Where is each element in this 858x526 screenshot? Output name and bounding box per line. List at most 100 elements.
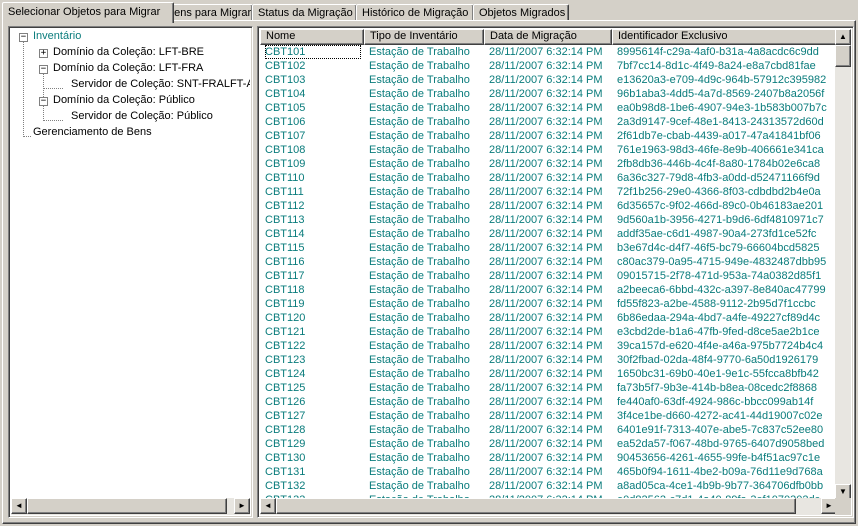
cell-migration-date: 28/11/2007 6:32:14 PM: [489, 284, 603, 296]
table-row[interactable]: CBT103 Estação de Trabalho 28/11/2007 6:32…: [260, 73, 838, 87]
scroll-thumb[interactable]: [835, 45, 851, 67]
cell-inventory-type: Estação de Trabalho: [369, 172, 470, 184]
cell-unique-id: 6d35657c-9f02-466d-89c0-0b46183ae201: [617, 200, 824, 212]
tab-migration-history[interactable]: Histórico de Migração: [356, 4, 474, 21]
tree-node-asset-management[interactable]: Gerenciamento de Bens: [31, 125, 154, 141]
cell-name: CBT120: [265, 312, 306, 324]
tab-items-to-migrate[interactable]: Itens para Migrar: [162, 4, 253, 21]
table-row[interactable]: CBT120 Estação de Trabalho 28/11/2007 6:32…: [260, 311, 838, 325]
scroll-left-icon[interactable]: ◄: [260, 498, 276, 514]
table-row[interactable]: CBT110 Estação de Trabalho 28/11/2007 6:32…: [260, 171, 838, 185]
cell-inventory-type: Estação de Trabalho: [369, 116, 470, 128]
table-row[interactable]: CBT107 Estação de Trabalho 28/11/2007 6:32…: [260, 129, 838, 143]
cell-migration-date: 28/11/2007 6:32:14 PM: [489, 298, 603, 310]
tree-node-domain-lft-fra[interactable]: Domínio da Coleção: LFT-FRA: [51, 61, 205, 77]
cell-migration-date: 28/11/2007 6:32:14 PM: [489, 438, 603, 450]
cell-migration-date: 28/11/2007 6:32:14 PM: [489, 312, 603, 324]
table-row[interactable]: CBT129 Estação de Trabalho 28/11/2007 6:32…: [260, 437, 838, 451]
table-row[interactable]: CBT109 Estação de Trabalho 28/11/2007 6:32…: [260, 157, 838, 171]
table-row[interactable]: CBT121 Estação de Trabalho 28/11/2007 6:32…: [260, 325, 838, 339]
cell-name: CBT114: [265, 228, 305, 240]
scroll-left-icon[interactable]: ◄: [11, 498, 27, 514]
table-row[interactable]: CBT127 Estação de Trabalho 28/11/2007 6:32…: [260, 409, 838, 423]
scrollbar-corner: [835, 498, 851, 515]
cell-unique-id: ea52da57-f067-48bd-9765-6407d9058bed: [617, 438, 825, 450]
table-row[interactable]: CBT114 Estação de Trabalho 28/11/2007 6:32…: [260, 227, 838, 241]
table-row[interactable]: CBT108 Estação de Trabalho 28/11/2007 6:32…: [260, 143, 838, 157]
scroll-up-icon[interactable]: ▲: [835, 29, 851, 45]
table-row[interactable]: CBT119 Estação de Trabalho 28/11/2007 6:32…: [260, 297, 838, 311]
table-row[interactable]: CBT131 Estação de Trabalho 28/11/2007 6:32…: [260, 465, 838, 479]
cell-inventory-type: Estação de Trabalho: [369, 186, 470, 198]
table-row[interactable]: CBT124 Estação de Trabalho 28/11/2007 6:32…: [260, 367, 838, 381]
table-row[interactable]: CBT117 Estação de Trabalho 28/11/2007 6:32…: [260, 269, 838, 283]
collapse-icon[interactable]: −: [19, 33, 28, 42]
tree-node-inventory[interactable]: Inventário: [31, 29, 83, 45]
table-row[interactable]: CBT102 Estação de Trabalho 28/11/2007 6:32…: [260, 59, 838, 73]
cell-unique-id: fd55f823-a2be-4588-9112-2b95d7f1ccbc: [617, 298, 816, 310]
table-row[interactable]: CBT130 Estação de Trabalho 28/11/2007 6:32…: [260, 451, 838, 465]
scroll-right-icon[interactable]: ►: [234, 498, 250, 514]
table-row[interactable]: CBT128 Estação de Trabalho 28/11/2007 6:32…: [260, 423, 838, 437]
cell-name: CBT109: [265, 158, 306, 170]
table-row[interactable]: CBT125 Estação de Trabalho 28/11/2007 6:32…: [260, 381, 838, 395]
cell-unique-id: a8ad05ca-4ce1-4b9b-9b77-364706dfb0bb: [617, 480, 824, 492]
column-header-name[interactable]: Nome: [260, 29, 364, 45]
cell-name: CBT110: [265, 172, 305, 184]
table-row[interactable]: CBT111 Estação de Trabalho 28/11/2007 6:32…: [260, 185, 838, 199]
table-row[interactable]: CBT104 Estação de Trabalho 28/11/2007 6:32…: [260, 87, 838, 101]
tree-connector: [43, 120, 63, 121]
scroll-thumb[interactable]: [276, 498, 796, 514]
cell-migration-date: 28/11/2007 6:32:14 PM: [489, 270, 603, 282]
cell-migration-date: 28/11/2007 6:32:14 PM: [489, 228, 603, 240]
column-header-migration-date[interactable]: Data de Migração: [484, 29, 612, 45]
table-row[interactable]: CBT123 Estação de Trabalho 28/11/2007 6:32…: [260, 353, 838, 367]
cell-inventory-type: Estação de Trabalho: [369, 144, 470, 156]
cell-name: CBT127: [265, 410, 306, 422]
table-row[interactable]: CBT112 Estação de Trabalho 28/11/2007 6:32…: [260, 199, 838, 213]
cell-unique-id: 2a3d9147-9cef-48e1-8413-24313572d60d: [617, 116, 824, 128]
cell-migration-date: 28/11/2007 6:32:14 PM: [489, 116, 603, 128]
table-row[interactable]: CBT126 Estação de Trabalho 28/11/2007 6:32…: [260, 395, 838, 409]
collapse-icon[interactable]: −: [39, 65, 48, 74]
list-vertical-scrollbar[interactable]: ▲ ▼: [835, 29, 851, 500]
cell-name: CBT118: [265, 284, 305, 296]
table-row[interactable]: CBT115 Estação de Trabalho 28/11/2007 6:32…: [260, 241, 838, 255]
cell-name: CBT107: [265, 130, 306, 142]
column-header-inventory-type[interactable]: Tipo de Inventário: [364, 29, 484, 45]
tree-node-domain-publico[interactable]: Domínio da Coleção: Público: [51, 93, 197, 109]
table-row[interactable]: CBT106 Estação de Trabalho 28/11/2007 6:32…: [260, 115, 838, 129]
cell-inventory-type: Estação de Trabalho: [369, 88, 470, 100]
cell-name: CBT115: [265, 242, 305, 254]
list-horizontal-scrollbar[interactable]: ◄ ►: [260, 498, 837, 515]
column-header-unique-id[interactable]: Identificador Exclusivo: [612, 29, 838, 45]
table-row[interactable]: CBT118 Estação de Trabalho 28/11/2007 6:32…: [260, 283, 838, 297]
tree-node-server-snt-fralft[interactable]: Servidor de Coleção: SNT-FRALFT-A: [69, 77, 250, 93]
cell-migration-date: 28/11/2007 6:32:14 PM: [489, 186, 603, 198]
tree-node-server-publico[interactable]: Servidor de Coleção: Público: [69, 109, 215, 125]
collapse-icon[interactable]: −: [39, 97, 48, 106]
cell-migration-date: 28/11/2007 6:32:14 PM: [489, 102, 603, 114]
table-row[interactable]: CBT132 Estação de Trabalho 28/11/2007 6:32…: [260, 479, 838, 493]
tab-select-objects[interactable]: Selecionar Objetos para Migrar: [2, 2, 174, 23]
tree-node-domain-lft-bre[interactable]: Domínio da Coleção: LFT-BRE: [51, 45, 206, 61]
cell-inventory-type: Estação de Trabalho: [369, 326, 470, 338]
table-row[interactable]: CBT113 Estação de Trabalho 28/11/2007 6:32…: [260, 213, 838, 227]
table-row[interactable]: CBT122 Estação de Trabalho 28/11/2007 6:32…: [260, 339, 838, 353]
tab-migrated-objects[interactable]: Objetos Migrados: [473, 4, 569, 21]
cell-migration-date: 28/11/2007 6:32:14 PM: [489, 368, 603, 380]
cell-unique-id: e3cbd2de-b1a6-47fb-9fed-d8ce5ae2b1ce: [617, 326, 820, 338]
table-row[interactable]: CBT105 Estação de Trabalho 28/11/2007 6:32…: [260, 101, 838, 115]
cell-unique-id: e13620a3-e709-4d9c-964b-57912c395982: [617, 74, 827, 86]
tab-migration-status[interactable]: Status da Migração: [252, 4, 357, 21]
tree-horizontal-scrollbar[interactable]: ◄ ►: [11, 498, 250, 515]
cell-migration-date: 28/11/2007 6:32:14 PM: [489, 256, 603, 268]
scroll-thumb[interactable]: [27, 498, 227, 514]
cell-name: CBT106: [265, 116, 306, 128]
expand-icon[interactable]: +: [39, 49, 48, 58]
cell-unique-id: fa73b5f7-9b3e-414b-b8ea-08cedc2f8868: [617, 382, 817, 394]
table-row[interactable]: CBT101 Estação de Trabalho 28/11/2007 6:32…: [260, 45, 838, 59]
cell-migration-date: 28/11/2007 6:32:14 PM: [489, 144, 603, 156]
table-row[interactable]: CBT116 Estação de Trabalho 28/11/2007 6:32…: [260, 255, 838, 269]
cell-name: CBT116: [265, 256, 305, 268]
